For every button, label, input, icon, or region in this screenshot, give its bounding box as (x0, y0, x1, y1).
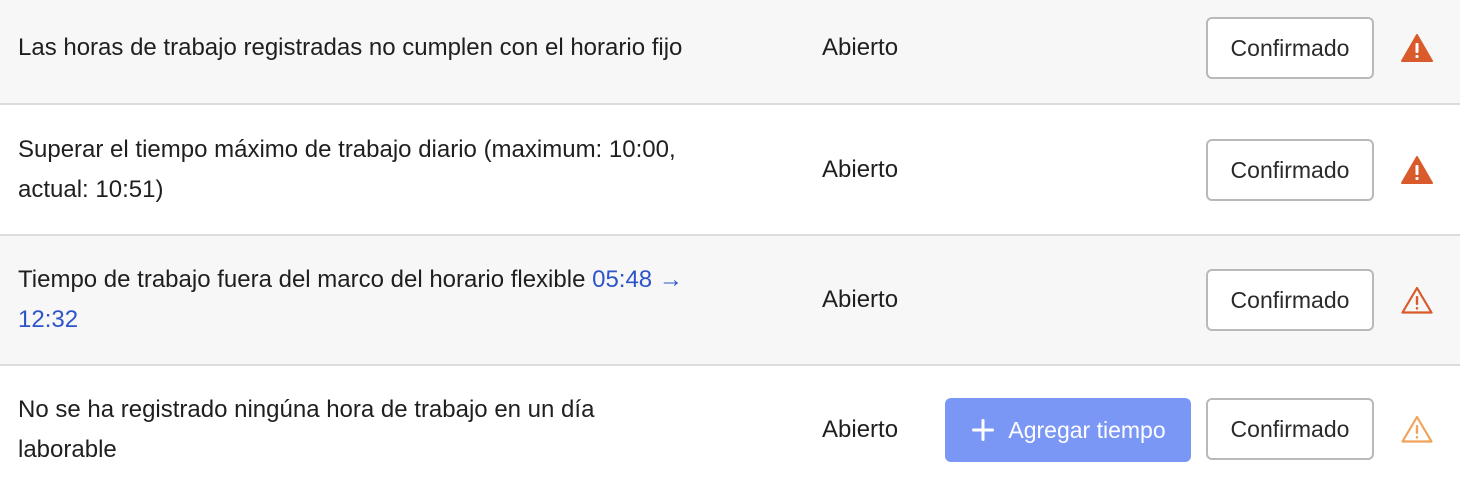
issue-message-text: Superar el tiempo máximo de trabajo diar… (18, 136, 676, 203)
issue-status: Abierto (822, 286, 899, 313)
issue-message: Tiempo de trabajo fuera del marco del ho… (18, 260, 748, 340)
issue-message-text: Las horas de trabajo registradas no cump… (18, 34, 683, 61)
issue-row: Superar el tiempo máximo de trabajo diar… (0, 105, 1460, 236)
issue-row: Las horas de trabajo registradas no cump… (0, 0, 1460, 105)
issues-list: Las horas de trabajo registradas no cump… (0, 0, 1460, 494)
warning-filled-icon (1401, 34, 1433, 62)
issue-message: Las horas de trabajo registradas no cump… (18, 28, 748, 68)
add-time-button[interactable]: Agregar tiempo (945, 398, 1191, 462)
confirm-button[interactable]: Confirmado (1206, 139, 1374, 201)
confirm-button[interactable]: Confirmado (1206, 398, 1374, 460)
warning-outline-icon (1401, 415, 1433, 443)
issue-message: No se ha registrado ningúna hora de trab… (18, 390, 698, 470)
confirm-button[interactable]: Confirmado (1206, 17, 1374, 79)
issue-row: No se ha registrado ningúna hora de trab… (0, 366, 1460, 494)
issue-message-text: No se ha registrado ningúna hora de trab… (18, 396, 595, 463)
issue-row: Tiempo de trabajo fuera del marco del ho… (0, 236, 1460, 366)
add-time-label: Agregar tiempo (1008, 416, 1166, 443)
issue-status: Abierto (822, 156, 899, 183)
issue-message-text: Tiempo de trabajo fuera del marco del ho… (18, 266, 586, 293)
warning-filled-icon (1401, 156, 1433, 184)
issue-message: Superar el tiempo máximo de trabajo diar… (18, 130, 748, 210)
warning-outline-icon (1401, 286, 1433, 314)
confirm-button[interactable]: Confirmado (1206, 269, 1374, 331)
issue-status: Abierto (822, 416, 899, 443)
plus-icon (972, 419, 995, 441)
issue-status: Abierto (822, 34, 899, 61)
